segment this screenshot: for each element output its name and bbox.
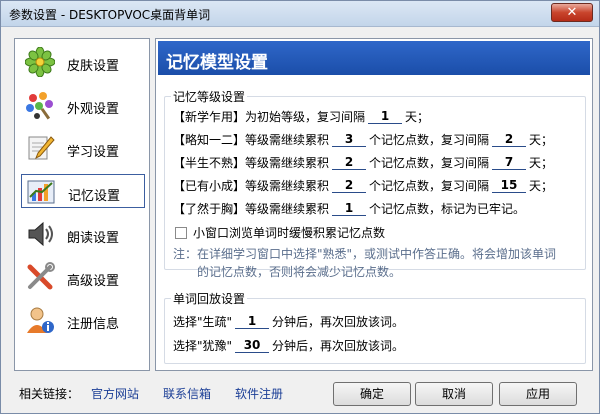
sidebar-item-advanced[interactable]: 高级设置	[21, 260, 145, 294]
interval-input[interactable]: 15	[492, 177, 527, 193]
sidebar-item-reading[interactable]: 朗读设置	[21, 217, 145, 251]
close-button[interactable]: ✕	[551, 3, 593, 22]
chart-icon	[27, 180, 55, 204]
settings-panel: 记忆模型设置 记忆等级设置 【新学乍用】为初始等级，复习间隔 1 天； 【略知一二】…	[155, 38, 593, 371]
replay-group: 单词回放设置 选择"生疏" 1 分钟后，再次回放该词。 选择"犹豫" 30 分钟后，再次…	[164, 290, 586, 364]
level-label: 【略知一二】等级需继续累积	[173, 133, 330, 147]
replay-row: 选择"生疏" 1 分钟后，再次回放该词。	[173, 313, 404, 331]
replay-row: 选择"犹豫" 30 分钟后，再次回放该词。	[173, 337, 404, 355]
sidebar-item-label: 皮肤设置	[67, 59, 120, 74]
window-title: 参数设置 - DESKTOPVOC桌面背单词	[9, 8, 211, 22]
replay-label: 选择"犹豫"	[173, 339, 233, 353]
mid-label: 个记忆点数，复习间隔	[369, 133, 490, 147]
panel-header: 记忆模型设置	[158, 41, 590, 75]
replay-label: 选择"生疏"	[173, 315, 233, 329]
palette-icon	[26, 92, 53, 120]
interval-input[interactable]: 7	[492, 154, 527, 170]
note-line: 的记忆点数，否则将会减少记忆点数。	[197, 265, 402, 279]
sidebar-item-label: 学习设置	[67, 145, 120, 160]
sidebar-item-appearance[interactable]: 外观设置	[21, 88, 145, 122]
footer-bar: 相关链接： 官方网站 联系信箱 软件注册 确定 取消 应用	[1, 375, 599, 413]
group-title: 单词回放设置	[171, 290, 248, 307]
contact-email-link[interactable]: 联系信箱	[163, 385, 211, 402]
memory-level-group: 记忆等级设置 【新学乍用】为初始等级，复习间隔 1 天； 【略知一二】等级需继续累积…	[164, 88, 586, 279]
points-input[interactable]: 2	[332, 154, 367, 170]
speaker-icon	[28, 221, 53, 247]
user-info-icon	[27, 307, 54, 333]
cancel-button[interactable]: 取消	[415, 382, 493, 406]
level-label: 【半生不熟】等级需继续累积	[173, 156, 330, 170]
mid-label: 个记忆点数，复习间隔	[369, 179, 490, 193]
unfamiliar-minutes-input[interactable]: 1	[235, 313, 270, 329]
unit-label: 天；	[529, 156, 554, 170]
sidebar-item-label: 朗读设置	[67, 231, 120, 246]
panel-title: 记忆模型设置	[166, 53, 268, 73]
level-label: 【已有小成】等级需继续累积	[173, 179, 330, 193]
level-row: 【新学乍用】为初始等级，复习间隔 1 天；	[173, 108, 429, 126]
level-row: 【已有小成】等级需继续累积 2 个记忆点数，复习间隔 15 天；	[173, 177, 553, 195]
client-area: 皮肤设置 外观设置 学习设置 记忆设置 朗读设置 高级设置 注册信息 记忆模型设…	[9, 34, 593, 371]
related-links-label: 相关链接：	[19, 387, 80, 401]
hesitate-minutes-input[interactable]: 30	[235, 337, 270, 353]
official-site-link[interactable]: 官方网站	[91, 385, 139, 402]
slow-accumulate-checkbox[interactable]	[175, 227, 187, 239]
sidebar-item-label: 高级设置	[67, 274, 120, 289]
note-text: 注：在详细学习窗口中选择"熟悉"，或测试中作答正确。将会增加该单词 的记忆点数，…	[173, 245, 573, 281]
sidebar-item-skin[interactable]: 皮肤设置	[21, 45, 145, 79]
tools-icon	[27, 262, 55, 290]
sidebar-item-memory[interactable]: 记忆设置	[21, 174, 145, 208]
sidebar-item-label: 注册信息	[67, 317, 120, 332]
unit-label: 天；	[529, 179, 554, 193]
note-line: 注：在详细学习窗口中选择"熟悉"，或测试中作答正确。将会增加该单词	[173, 247, 557, 261]
title-bar[interactable]: 参数设置 - DESKTOPVOC桌面背单词 ✕	[1, 1, 599, 27]
mid-label: 个记忆点数，复习间隔	[369, 156, 490, 170]
pencil-icon	[28, 136, 55, 160]
ok-button[interactable]: 确定	[333, 382, 411, 406]
sidebar-item-study[interactable]: 学习设置	[21, 131, 145, 165]
sidebar-item-label: 记忆设置	[68, 189, 121, 204]
sidebar: 皮肤设置 外观设置 学习设置 记忆设置 朗读设置 高级设置 注册信息	[14, 38, 150, 371]
settings-window: 参数设置 - DESKTOPVOC桌面背单词 ✕ 皮肤设置 外观设置 学习设置 …	[0, 0, 600, 414]
mid-label: 个记忆点数，标记为已牢记。	[369, 202, 526, 216]
points-input[interactable]: 3	[332, 131, 367, 147]
apply-button[interactable]: 应用	[499, 382, 577, 406]
replay-suffix: 分钟后，再次回放该词。	[272, 315, 405, 329]
level-row: 【半生不熟】等级需继续累积 2 个记忆点数，复习间隔 7 天；	[173, 154, 553, 172]
interval-input[interactable]: 2	[492, 131, 527, 147]
unit-label: 天；	[405, 110, 430, 124]
points-input[interactable]: 2	[332, 177, 367, 193]
level-row: 【略知一二】等级需继续累积 3 个记忆点数，复习间隔 2 天；	[173, 131, 553, 149]
unit-label: 天；	[529, 133, 554, 147]
points-input[interactable]: 1	[332, 200, 367, 216]
sidebar-item-label: 外观设置	[67, 102, 120, 117]
checkbox-label: 小窗口浏览单词时缓慢积累记忆点数	[193, 226, 386, 240]
replay-suffix: 分钟后，再次回放该词。	[272, 339, 405, 353]
level-label: 【了然于胸】等级需继续累积	[173, 202, 330, 216]
sidebar-item-registration[interactable]: 注册信息	[21, 303, 145, 337]
flower-icon	[25, 47, 55, 77]
group-title: 记忆等级设置	[171, 88, 248, 105]
level-row: 【了然于胸】等级需继续累积 1 个记忆点数，标记为已牢记。	[173, 200, 525, 218]
interval-input[interactable]: 1	[368, 108, 403, 124]
level-label: 【新学乍用】为初始等级，复习间隔	[173, 110, 366, 124]
register-link[interactable]: 软件注册	[235, 385, 283, 402]
